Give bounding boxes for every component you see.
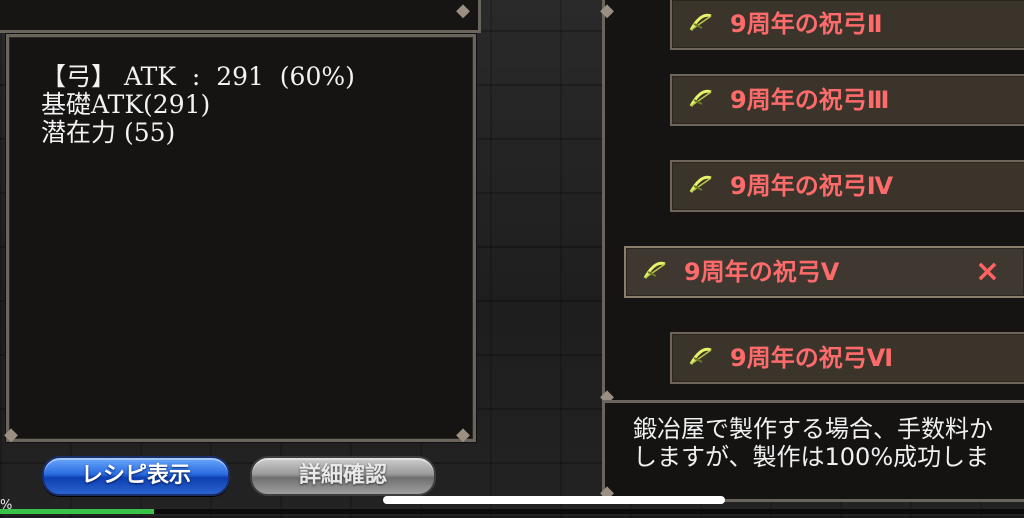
list-item-bow-2[interactable]: 9周年の祝弓Ⅱ <box>670 0 1024 50</box>
list-item-label: 9周年の祝弓Ⅴ <box>684 258 840 286</box>
progress-bar <box>0 509 1024 514</box>
bow-icon <box>689 13 712 31</box>
base-atk-stat: 基礎ATK(291) <box>41 90 211 119</box>
close-icon[interactable]: × <box>975 248 1000 296</box>
description-line-2: しますが、製作は100%成功しま <box>633 443 990 471</box>
description-panel: 鍛冶屋で製作する場合、手数料か しますが、製作は100%成功しま <box>602 400 1024 502</box>
corner-ornament-icon: ◆ <box>4 424 18 445</box>
list-item-bow-5-selected[interactable]: 9周年の祝弓Ⅴ × <box>624 246 1024 298</box>
corner-ornament-icon: ◆ <box>456 424 470 445</box>
bow-icon <box>643 261 666 279</box>
recipe-button[interactable]: レシピ表示 <box>42 456 230 496</box>
list-item-bow-4[interactable]: 9周年の祝弓Ⅳ <box>670 160 1024 212</box>
corner-ornament-icon: ◆ <box>600 0 614 21</box>
progress-fill <box>0 509 154 514</box>
list-item-bow-6[interactable]: 9周年の祝弓Ⅵ <box>670 332 1024 384</box>
description-text: 鍛冶屋で製作する場合、手数料か しますが、製作は100%成功しま <box>633 415 1024 471</box>
list-item-label: 9周年の祝弓Ⅵ <box>730 344 894 372</box>
bow-icon <box>689 89 712 107</box>
home-indicator[interactable] <box>383 496 725 504</box>
list-item-label: 9周年の祝弓Ⅲ <box>730 86 890 114</box>
list-item-label: 9周年の祝弓Ⅱ <box>730 10 883 38</box>
corner-ornament-icon: ◆ <box>456 0 470 21</box>
list-item-bow-3[interactable]: 9周年の祝弓Ⅲ <box>670 74 1024 126</box>
top-strip <box>0 0 481 33</box>
stat-panel: 【弓】 ATK : 291 (60%) 基礎ATK(291) 潜在力 (55) <box>6 34 476 442</box>
progress-percent-label: % <box>0 498 13 513</box>
bow-icon <box>689 175 712 193</box>
detail-button[interactable]: 詳細確認 <box>250 456 436 496</box>
stat-lines: 【弓】 ATK : 291 (60%) 基礎ATK(291) 潜在力 (55) <box>41 63 355 147</box>
bow-icon <box>689 347 712 365</box>
atk-stat: 【弓】 ATK : 291 (60%) <box>41 62 355 91</box>
potential-stat: 潜在力 (55) <box>41 118 176 147</box>
list-item-label: 9周年の祝弓Ⅳ <box>730 172 894 200</box>
description-line-1: 鍛冶屋で製作する場合、手数料か <box>633 415 993 443</box>
